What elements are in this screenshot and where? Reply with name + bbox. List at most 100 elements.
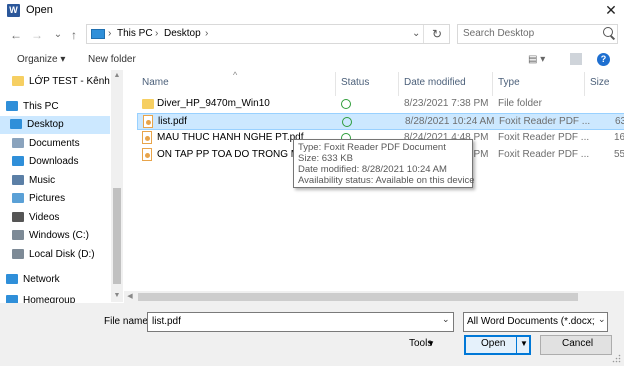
file-size: 16 [614,132,624,143]
this-pc-icon [91,29,105,39]
file-type: Foxit Reader PDF ... [498,149,590,160]
new-folder-button[interactable]: New folder [88,54,136,65]
file-row[interactable]: list.pdf 8/28/2021 10:24 AM Foxit Reader P… [137,113,624,130]
open-split-divider [516,337,517,353]
organize-button[interactable]: Organize ▾ [17,54,65,65]
column-divider[interactable] [398,72,399,96]
recent-locations-icon[interactable]: ⌄ [51,27,65,43]
refresh-icon[interactable]: ↻ [432,27,442,41]
help-icon[interactable]: ? [597,53,610,66]
nav-item-label: Music [29,175,56,186]
file-name-value[interactable]: list.pdf [152,316,181,327]
file-date-modified: 8/28/2021 10:24 AM [405,116,495,127]
column-header-date[interactable]: Date modified [404,77,466,88]
open-dropdown-icon[interactable]: ▼ [520,339,528,348]
cancel-button-label[interactable]: Cancel [562,338,593,349]
breadcrumb-separator-icon[interactable]: › [108,28,111,39]
scroll-down-icon[interactable]: ▼ [111,290,123,302]
file-row[interactable]: Diver_HP_9470m_Win10 8/23/2021 7:38 PM Fil… [137,96,624,113]
sort-ascending-icon: ^ [233,70,238,80]
nav-item[interactable]: This PC [0,98,110,116]
breadcrumb-separator-icon[interactable]: › [155,28,158,39]
forward-arrow-icon[interactable]: → [30,27,44,43]
horizontal-scroll-thumb[interactable] [138,293,578,301]
music-icon [12,175,24,186]
back-arrow-icon[interactable]: ← [9,27,23,43]
file-info-tooltip: Type: Foxit Reader PDF Document Size: 63… [293,139,475,188]
file-type: File folder [498,98,542,109]
address-dropdown-icon[interactable]: ⌄ [412,28,420,39]
documents-icon [12,138,24,149]
videos-icon [12,212,24,223]
close-icon[interactable]: ✕ [601,1,621,19]
nav-item-label: Network [23,274,60,285]
folder-icon [142,99,154,109]
nav-item[interactable]: LỚP TEST - Kênh [0,73,110,91]
sync-status-ok-icon [341,99,351,109]
file-name: MAU THUC HANH NGHE PT.pdf [157,132,304,143]
column-header-name[interactable]: Name [142,77,169,88]
pdf-file-icon [142,131,152,144]
file-name: list.pdf [158,116,187,127]
breadcrumb-this-pc[interactable]: This PC [117,28,153,39]
navigation-scroll-thumb[interactable] [113,188,121,284]
nav-item-label: LỚP TEST - Kênh [29,76,110,87]
nav-item[interactable]: Local Disk (D:) [0,246,110,264]
nav-item[interactable]: Windows (C:) [0,227,110,245]
nav-item[interactable]: Pictures [0,190,110,208]
column-divider[interactable] [584,72,585,96]
file-name-dropdown-icon[interactable]: ⌄ [442,314,450,325]
file-type-dropdown-icon[interactable]: ⌄ [598,314,606,325]
address-divider [423,25,424,43]
resize-grip-icon[interactable] [612,354,621,363]
nav-item-label: Windows (C:) [29,230,90,241]
desktop-icon [10,119,22,130]
pdf-file-icon [142,148,152,161]
nav-item-label: Desktop [27,119,64,130]
file-type: Foxit Reader PDF ... [498,132,590,143]
file-name: Diver_HP_9470m_Win10 [157,98,270,109]
search-icon[interactable] [603,27,613,37]
scroll-up-icon[interactable]: ▲ [111,70,123,82]
file-size: 55 [614,149,624,160]
preview-pane-icon[interactable] [570,53,582,65]
column-divider[interactable] [492,72,493,96]
nav-item[interactable]: Videos [0,209,110,227]
nav-item-label: This PC [23,101,59,112]
column-header-type[interactable]: Type [498,77,520,88]
nav-item[interactable]: Downloads [0,153,110,171]
word-app-icon: W [7,4,20,17]
up-arrow-icon[interactable]: ↑ [67,27,81,43]
file-name-input[interactable] [147,312,454,332]
file-size: 63 [615,116,624,127]
breadcrumb-desktop[interactable]: Desktop [164,28,201,39]
open-button-label[interactable]: Open [481,338,505,349]
file-date-modified: 8/23/2021 7:38 PM [404,98,489,109]
column-header-size[interactable]: Size [590,77,609,88]
network-icon [6,274,18,285]
tooltip-size: Size: 633 KB [298,153,353,164]
nav-item[interactable]: Desktop [0,116,110,134]
file-name: ON TAP PP TOA DO TRONG MP - [157,149,312,160]
file-type-value[interactable]: All Word Documents (*.docx;*.d [467,316,595,327]
title-bar [0,0,624,22]
nav-item[interactable]: Network [0,271,110,289]
nav-item-label: Videos [29,212,60,223]
tooltip-availability: Availability status: Available on this d… [298,175,475,186]
column-header-status[interactable]: Status [341,77,369,88]
drive-icon [12,249,24,260]
tooltip-date: Date modified: 8/28/2021 10:24 AM [298,164,447,175]
folder-icon [12,76,24,87]
search-placeholder[interactable]: Search Desktop [463,28,534,39]
file-type: Foxit Reader PDF ... [499,116,591,127]
scroll-left-icon[interactable]: ◀ [124,291,136,303]
nav-item-label: Documents [29,138,80,149]
nav-item[interactable]: Documents [0,135,110,153]
column-divider[interactable] [335,72,336,96]
pictures-icon [12,193,24,204]
nav-item[interactable]: Music [0,172,110,190]
tools-dropdown-icon[interactable]: ▼ [427,339,435,348]
breadcrumb-separator-icon[interactable]: › [205,28,208,39]
view-options-icon[interactable]: ▤ ▾ [528,54,545,65]
drive-icon [12,230,24,241]
